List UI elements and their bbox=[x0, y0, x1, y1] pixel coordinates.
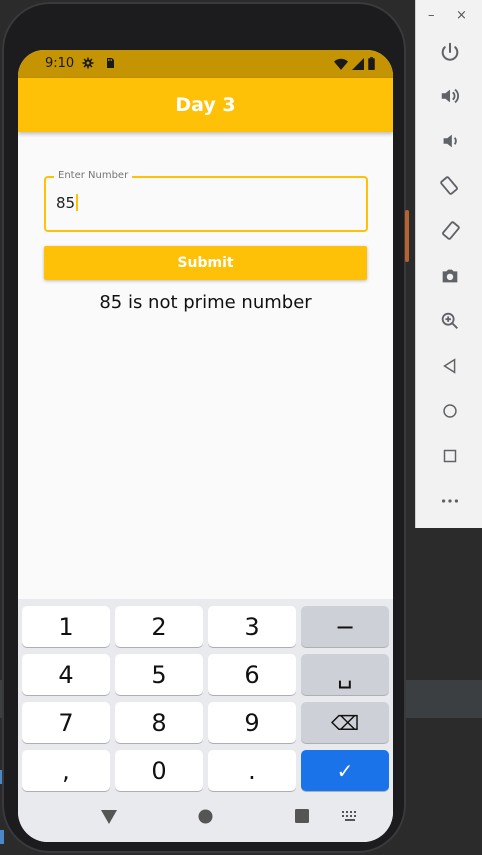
key-6[interactable]: 6 bbox=[208, 654, 296, 695]
sd-card-icon bbox=[107, 58, 114, 68]
key-1[interactable]: 1 bbox=[22, 606, 110, 647]
home-icon[interactable] bbox=[436, 397, 464, 425]
overview-icon[interactable] bbox=[436, 442, 464, 470]
nav-overview-icon[interactable] bbox=[295, 809, 309, 823]
key-3[interactable]: 3 bbox=[208, 606, 296, 647]
zoom-icon[interactable] bbox=[436, 307, 464, 335]
volume-down-icon[interactable] bbox=[436, 127, 464, 155]
signal-icon bbox=[352, 57, 364, 70]
volume-up-icon[interactable] bbox=[436, 82, 464, 110]
key-5[interactable]: 5 bbox=[115, 654, 203, 695]
phone-screen: 9:10 Day 3 Enter Number 85 Submit 85 is … bbox=[18, 50, 393, 842]
camera-icon[interactable] bbox=[436, 262, 464, 290]
emulator-toolbar: – × bbox=[415, 0, 482, 528]
key-9[interactable]: 9 bbox=[208, 702, 296, 743]
app-bar: Day 3 bbox=[18, 78, 393, 132]
close-button[interactable]: × bbox=[456, 8, 467, 24]
key-period[interactable]: . bbox=[208, 750, 296, 791]
result-text: 85 is not prime number bbox=[99, 292, 312, 313]
numeric-keyboard: 1 2 3 − 4 5 6 ␣ 7 8 9 ⌫ , 0 . ✓ bbox=[18, 599, 393, 795]
back-icon[interactable] bbox=[436, 352, 464, 380]
rotate-left-icon[interactable] bbox=[436, 172, 464, 200]
number-input-label: Enter Number bbox=[54, 170, 133, 182]
nav-home-icon[interactable] bbox=[198, 809, 213, 824]
keyboard-switch-icon[interactable] bbox=[342, 811, 358, 822]
status-icons bbox=[334, 57, 375, 70]
key-2[interactable]: 2 bbox=[115, 606, 203, 647]
status-bar: 9:10 bbox=[18, 50, 393, 78]
key-8[interactable]: 8 bbox=[115, 702, 203, 743]
status-time: 9:10 bbox=[45, 56, 75, 71]
page-title: Day 3 bbox=[175, 94, 236, 116]
power-icon[interactable] bbox=[436, 38, 464, 66]
minimize-button[interactable]: – bbox=[428, 8, 435, 24]
ide-marker bbox=[0, 830, 4, 844]
key-done[interactable]: ✓ bbox=[301, 750, 389, 791]
rotate-right-icon[interactable] bbox=[436, 217, 464, 245]
key-backspace[interactable]: ⌫ bbox=[301, 702, 389, 743]
battery-icon bbox=[368, 57, 375, 70]
number-input[interactable]: Enter Number 85 bbox=[44, 170, 368, 232]
key-0[interactable]: 0 bbox=[115, 750, 203, 791]
settings-icon bbox=[82, 57, 94, 69]
key-space[interactable]: ␣ bbox=[301, 654, 389, 695]
submit-button[interactable]: Submit bbox=[44, 246, 367, 280]
number-input-value[interactable]: 85 bbox=[56, 194, 79, 212]
text-cursor bbox=[76, 194, 79, 211]
phone-side-button[interactable] bbox=[405, 210, 409, 262]
key-4[interactable]: 4 bbox=[22, 654, 110, 695]
more-icon[interactable] bbox=[436, 487, 464, 515]
key-minus[interactable]: − bbox=[301, 606, 389, 647]
key-7[interactable]: 7 bbox=[22, 702, 110, 743]
system-nav-bar bbox=[18, 795, 393, 842]
wifi-icon bbox=[334, 58, 348, 70]
nav-back-icon[interactable] bbox=[100, 809, 118, 825]
key-comma[interactable]: , bbox=[22, 750, 110, 791]
